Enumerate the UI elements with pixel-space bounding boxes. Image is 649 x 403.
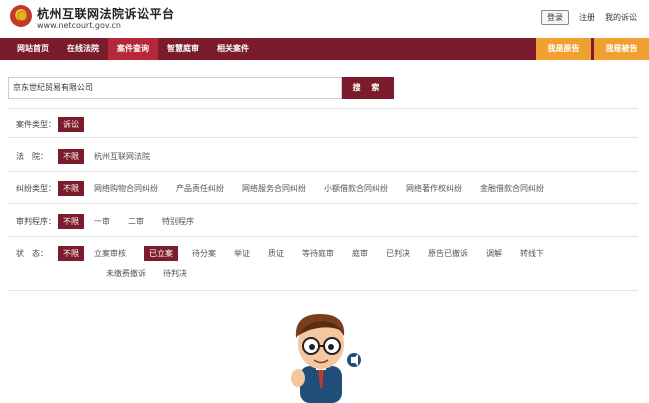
status-option[interactable]: 已判决 <box>386 248 410 259</box>
nav-item-case-query[interactable]: 案件查询 <box>108 38 158 60</box>
role-buttons: 我是原告 我是被告 <box>536 38 649 60</box>
dispute-option[interactable]: 网络服务合同纠纷 <box>242 183 306 194</box>
status-option[interactable]: 待分案 <box>192 248 216 259</box>
filter-label: 审判程序： <box>16 217 56 226</box>
status-option[interactable]: 举证 <box>234 248 250 259</box>
procedure-option[interactable]: 二审 <box>128 216 144 227</box>
main-nav: 网站首页 在线法院 案件查询 智慧庭审 相关案件 我是原告 我是被告 <box>0 38 649 60</box>
nav-item-online-court[interactable]: 在线法院 <box>58 38 108 60</box>
filter-label: 法 院： <box>16 152 48 161</box>
divider <box>8 290 638 291</box>
filter-label: 纠纷类型： <box>16 184 56 193</box>
site-header: 杭州互联网法院诉讼平台 www.netcourt.gov.cn 登录 注册 我的… <box>0 0 649 38</box>
nav-item-home[interactable]: 网站首页 <box>8 38 58 60</box>
nav-item-smart-trial[interactable]: 智慧庭审 <box>158 38 208 60</box>
filter-status: 状 态： 不限 立案审核 已立案 待分案 举证 质证 等待庭审 庭审 已判决 原… <box>16 246 562 261</box>
my-litigation-link[interactable]: 我的诉讼 <box>605 12 637 23</box>
status-option[interactable]: 原告已撤诉 <box>428 248 468 259</box>
login-button[interactable]: 登录 <box>541 10 569 25</box>
divider <box>8 203 638 204</box>
court-emblem-icon <box>10 5 32 27</box>
mascot-illustration <box>291 314 361 403</box>
divider <box>8 236 638 237</box>
filter-label: 案件类型： <box>16 120 56 129</box>
dispute-option[interactable]: 产品责任纠纷 <box>176 183 224 194</box>
register-link[interactable]: 注册 <box>579 12 595 23</box>
filter-status-row2: 未缴费撤诉 待判决 <box>106 268 204 279</box>
filter-dispute-type: 纠纷类型： 不限 网络购物合同纠纷 产品责任纠纷 网络服务合同纠纷 小额借款合同… <box>16 181 562 196</box>
case-type-litigation-tag[interactable]: 诉讼 <box>58 117 84 132</box>
court-option[interactable]: 杭州互联网法院 <box>94 151 150 162</box>
court-unlimited-tag[interactable]: 不限 <box>58 149 84 164</box>
divider <box>8 137 638 138</box>
divider <box>8 108 638 109</box>
search-input[interactable]: 京东世纪贸易有限公司 <box>8 77 342 99</box>
procedure-option[interactable]: 一审 <box>94 216 110 227</box>
nav-item-related-cases[interactable]: 相关案件 <box>208 38 258 60</box>
dispute-option[interactable]: 小额借款合同纠纷 <box>324 183 388 194</box>
site-url: www.netcourt.gov.cn <box>37 21 121 30</box>
status-option[interactable]: 转线下 <box>520 248 544 259</box>
divider <box>8 171 638 172</box>
dispute-option[interactable]: 网络购物合同纠纷 <box>94 183 158 194</box>
procedure-option[interactable]: 特别程序 <box>162 216 194 227</box>
top-links: 登录 注册 我的诉讼 <box>541 10 637 25</box>
status-option-selected[interactable]: 已立案 <box>144 246 178 261</box>
filter-case-type: 案件类型： 诉讼 <box>16 117 94 132</box>
plaintiff-button[interactable]: 我是原告 <box>536 38 591 60</box>
status-unlimited-tag[interactable]: 不限 <box>58 246 84 261</box>
dispute-unlimited-tag[interactable]: 不限 <box>58 181 84 196</box>
filter-court: 法 院： 不限 杭州互联网法院 <box>16 149 168 164</box>
filter-procedure: 审判程序： 不限 一审 二审 特别程序 <box>16 214 212 229</box>
status-option[interactable]: 质证 <box>268 248 284 259</box>
status-option[interactable]: 调解 <box>486 248 502 259</box>
procedure-unlimited-tag[interactable]: 不限 <box>58 214 84 229</box>
defendant-button[interactable]: 我是被告 <box>594 38 649 60</box>
dispute-option[interactable]: 金融借款合同纠纷 <box>480 183 544 194</box>
status-option[interactable]: 立案审核 <box>94 248 126 259</box>
status-option[interactable]: 庭审 <box>352 248 368 259</box>
site-title: 杭州互联网法院诉讼平台 <box>37 7 175 21</box>
status-option[interactable]: 等待庭审 <box>302 248 334 259</box>
status-option[interactable]: 待判决 <box>163 268 187 279</box>
filter-label: 状 态： <box>16 249 48 258</box>
search-button[interactable]: 搜 索 <box>342 77 394 99</box>
status-option[interactable]: 未缴费撤诉 <box>106 268 146 279</box>
dispute-option[interactable]: 网络著作权纠纷 <box>406 183 462 194</box>
